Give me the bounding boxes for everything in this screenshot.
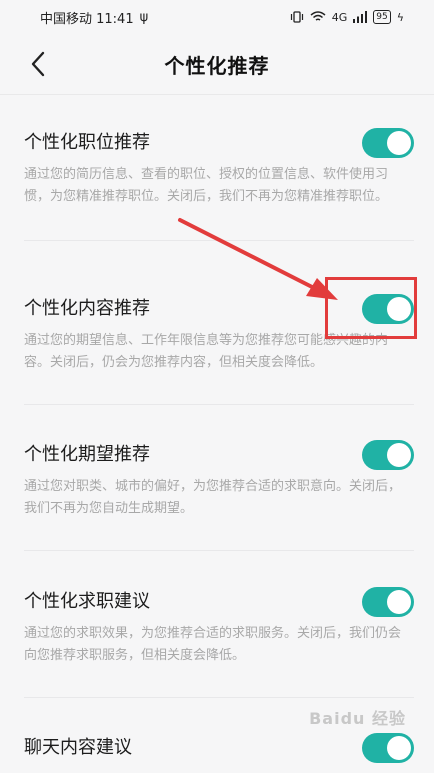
annotation-arrow — [178, 218, 338, 300]
watermark: Baidu 经验 — [309, 709, 406, 728]
annotation-highlight-box — [325, 277, 417, 339]
